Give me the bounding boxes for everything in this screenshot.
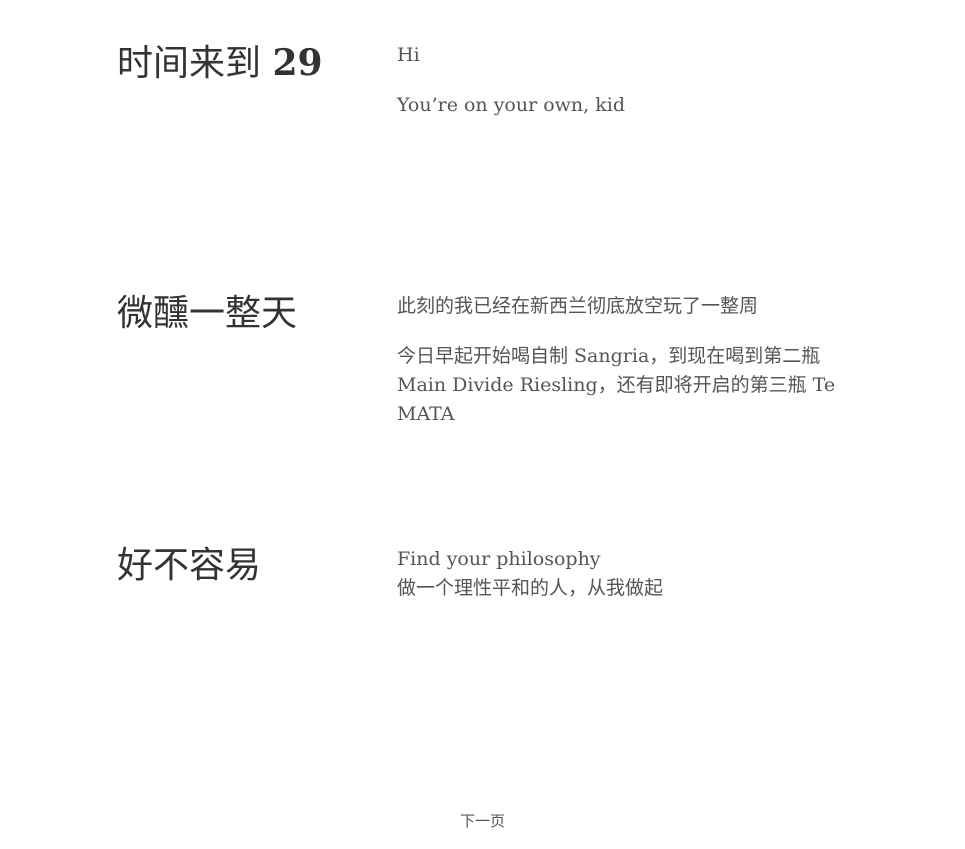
post-excerpt: Find your philosophy 做一个理性平和的人，从我做起 — [397, 545, 847, 603]
excerpt-paragraph: 今日早起开始喝自制 Sangria，到现在喝到第二瓶 Main Divide R… — [397, 345, 836, 425]
excerpt-line: 做一个理性平和的人，从我做起 — [397, 577, 664, 599]
excerpt-paragraph: 此刻的我已经在新西兰彻底放空玩了一整周 — [397, 295, 759, 317]
post-title-link[interactable]: 好不容易 — [117, 545, 261, 586]
post-title-link[interactable]: 微醺一整天 — [117, 293, 297, 334]
post-excerpt: 此刻的我已经在新西兰彻底放空玩了一整周 今日早起开始喝自制 Sangria，到现… — [397, 292, 847, 429]
post-title-link[interactable]: 时间来到 29 — [117, 42, 323, 84]
next-page-link[interactable]: 下一页 — [460, 812, 505, 830]
post-excerpt: Hi You’re on your own, kid — [397, 41, 847, 120]
post-title[interactable]: 微醺一整天 — [117, 292, 297, 336]
post-title-text: 时间来到 — [117, 43, 273, 84]
excerpt-line: Find your philosophy — [397, 548, 601, 570]
post-title-number: 29 — [272, 42, 323, 84]
post-title[interactable]: 时间来到 29 — [117, 41, 323, 86]
excerpt-paragraph: Hi — [397, 44, 420, 66]
excerpt-paragraph: You’re on your own, kid — [397, 94, 625, 116]
pagination: 下一页 — [0, 810, 965, 832]
post-title[interactable]: 好不容易 — [117, 544, 261, 588]
